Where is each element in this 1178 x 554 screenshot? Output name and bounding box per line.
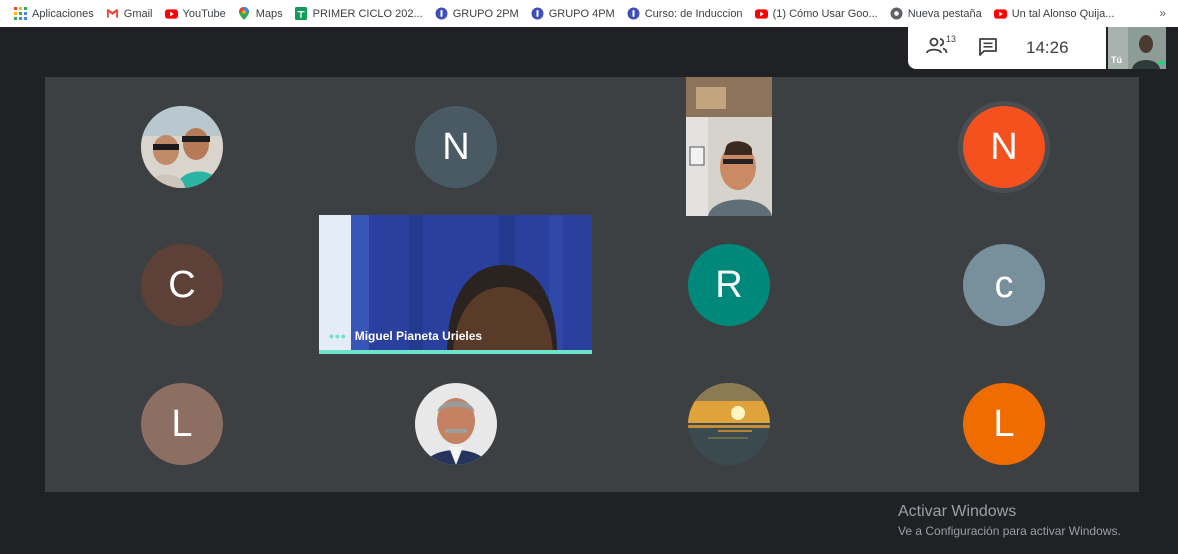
bookmarks-bar: Aplicaciones Gmail YouTube Maps PRIMER C… [0, 0, 1178, 27]
participant-initial: R [715, 263, 743, 306]
speaker-name: Miguel Pianeta Urieles [354, 329, 483, 343]
active-speaker-tile[interactable]: ••• Miguel Pianeta Urieles [319, 215, 592, 354]
globe-icon [435, 7, 448, 20]
bookmark-curso-induccion[interactable]: Curso: de Induccion [627, 7, 743, 20]
bookmark-grupo-4pm[interactable]: GRUPO 4PM [531, 7, 615, 20]
youtube-icon [993, 7, 1007, 20]
bookmark-label: Gmail [123, 7, 153, 20]
chat-icon [979, 38, 997, 56]
participant-tile-3-video[interactable] [686, 77, 772, 216]
bookmark-label: Aplicaciones [32, 7, 94, 20]
participant-tile-9[interactable] [415, 383, 497, 465]
participant-tile-10[interactable] [688, 383, 770, 465]
participant-tile-2[interactable]: N [415, 106, 497, 188]
participant-tile-5[interactable]: C [141, 244, 223, 326]
bookmark-youtube[interactable]: YouTube [164, 7, 226, 20]
globe-icon [627, 7, 640, 20]
participant-photo-sunset [688, 383, 770, 465]
youtube-icon [164, 7, 178, 20]
meeting-area: 13 14:26 Tú N N C R c L L ••• Miguel Pia… [0, 27, 1178, 554]
active-speaker-highlight [319, 350, 592, 354]
gmail-icon [106, 7, 119, 20]
participant-tile-8[interactable]: L [141, 383, 223, 465]
participant-initial: c [994, 263, 1014, 306]
participant-initial: L [171, 402, 193, 445]
speaker-name-label: ••• Miguel Pianeta Urieles [329, 328, 482, 344]
bookmark-como-usar[interactable]: (1) Cómo Usar Goo... [754, 7, 878, 20]
participant-initial: L [993, 402, 1015, 445]
bookmark-label: GRUPO 4PM [548, 7, 615, 20]
bookmark-label: Un tal Alonso Quija... [1011, 7, 1115, 20]
chat-button[interactable] [978, 37, 1000, 59]
bookmark-label: Curso: de Induccion [644, 7, 743, 20]
activation-subtitle: Ve a Configuración para activar Windows. [898, 524, 1121, 538]
participant-tile-11[interactable]: L [963, 383, 1045, 465]
participant-tile-4[interactable]: N [963, 106, 1045, 188]
bookmark-gmail[interactable]: Gmail [106, 7, 153, 20]
chrome-icon [890, 7, 903, 20]
sheets-icon [295, 7, 308, 20]
apps-grid-icon [14, 7, 27, 20]
participant-tile-7[interactable]: c [963, 244, 1045, 326]
bookmark-grupo-2pm[interactable]: GRUPO 2PM [435, 7, 519, 20]
bookmark-label: PRIMER CICLO 202... [312, 7, 423, 20]
participant-tile-1[interactable] [141, 106, 223, 188]
participants-grid: N N C R c L L [45, 77, 1139, 492]
youtube-icon [754, 7, 768, 20]
bookmark-nueva-pestana[interactable]: Nueva pestaña [890, 7, 982, 20]
participant-video-image [686, 77, 772, 216]
participant-count: 13 [946, 34, 957, 44]
bookmark-label: (1) Cómo Usar Goo... [772, 7, 878, 20]
participant-photo-man [415, 383, 497, 465]
self-view-thumbnail[interactable]: Tú [1108, 27, 1166, 69]
bookmark-aplicaciones[interactable]: Aplicaciones [14, 7, 94, 20]
windows-activation-watermark: Activar Windows Ve a Configuración para … [898, 503, 1121, 538]
meeting-clock: 14:26 [1026, 38, 1069, 57]
self-label: Tú [1111, 55, 1122, 65]
bookmark-alonso-quijano[interactable]: Un tal Alonso Quija... [993, 7, 1115, 20]
participant-initial: N [990, 125, 1018, 168]
bookmark-primer-ciclo[interactable]: PRIMER CICLO 202... [295, 7, 423, 20]
bookmark-label: YouTube [182, 7, 226, 20]
participants-button[interactable]: 13 [926, 34, 960, 60]
participant-tile-6[interactable]: R [688, 244, 770, 326]
participant-photo-couple [141, 106, 223, 188]
people-icon [926, 37, 948, 54]
activation-title: Activar Windows [898, 503, 1017, 520]
meeting-info-panel: 13 14:26 [908, 27, 1106, 69]
participant-initial: N [442, 125, 470, 168]
participant-initial: C [168, 263, 196, 306]
bookmark-label: GRUPO 2PM [452, 7, 519, 20]
speaking-indicator-icon: ••• [329, 328, 347, 344]
bookmarks-overflow-button[interactable]: » [1159, 6, 1166, 20]
bookmark-maps[interactable]: Maps [238, 7, 283, 20]
bookmark-label: Maps [255, 7, 283, 20]
globe-icon [531, 7, 544, 20]
maps-pin-icon [238, 7, 251, 20]
bookmark-label: Nueva pestaña [907, 7, 982, 20]
